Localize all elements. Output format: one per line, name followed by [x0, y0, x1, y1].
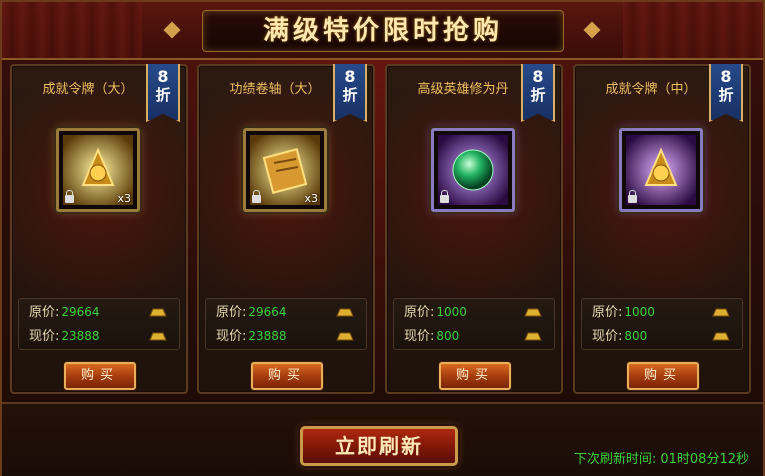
lock-icon [628, 190, 637, 203]
buy-button[interactable]: 购买 [439, 362, 511, 390]
original-price-label: 原价: [404, 305, 435, 320]
current-price-label: 现价: [592, 329, 623, 344]
original-price-row: 原价: 1000 [404, 301, 467, 323]
buy-button[interactable]: 购买 [64, 362, 136, 390]
discount-unit: 折 [530, 86, 546, 104]
current-price-label: 现价: [216, 329, 247, 344]
discount-number: 8 [720, 67, 732, 86]
item-name: 成就令牌（中） [605, 82, 697, 97]
original-price-row: 原价: 29664 [216, 301, 287, 323]
item-slot[interactable]: x3 [56, 128, 140, 212]
ornament-right [572, 21, 612, 39]
lock-icon [252, 190, 261, 203]
original-price-label: 原价: [29, 305, 60, 320]
discount-ribbon: 8 折 [333, 64, 367, 122]
buy-button[interactable]: 购买 [251, 362, 323, 390]
gold-ingot-icon [336, 308, 354, 317]
discount-unit: 折 [155, 86, 171, 104]
current-price-value: 23888 [61, 329, 100, 343]
price-box: 原价: 1000 现价: 800 [581, 298, 743, 350]
item-quantity: x3 [304, 192, 318, 205]
curtain-decoration-left [2, 2, 142, 58]
item-slot[interactable] [619, 128, 703, 212]
original-price-value: 1000 [624, 305, 655, 319]
item-quantity: x3 [117, 192, 131, 205]
original-price-value: 29664 [61, 305, 100, 319]
discount-number: 8 [157, 67, 169, 86]
gold-ingot-icon [712, 332, 730, 341]
price-box: 原价: 29664 现价: 23888 [205, 298, 367, 350]
title-plate: 满级特价限时抢购 [202, 10, 564, 52]
curtain-decoration-right [623, 2, 763, 58]
item-slot[interactable] [431, 128, 515, 212]
title-bar: 满级特价限时抢购 [2, 2, 763, 60]
item-name: 高级英雄修为丹 [417, 82, 509, 97]
item-name: 成就令牌（大） [42, 82, 134, 97]
page-title: 满级特价限时抢购 [262, 16, 503, 46]
original-price-row: 原价: 29664 [29, 301, 100, 323]
item-slot[interactable]: x3 [243, 128, 327, 212]
discount-number: 8 [532, 67, 544, 86]
discount-ribbon: 8 折 [521, 64, 555, 122]
discount-ribbon: 8 折 [146, 64, 180, 122]
original-price-label: 原价: [592, 305, 623, 320]
gold-ingot-icon [149, 332, 167, 341]
buy-button[interactable]: 购买 [627, 362, 699, 390]
gold-ingot-icon [524, 332, 542, 341]
shop-panel: 满级特价限时抢购 成就令牌（大） 8 折 x3 原价: 29664 现价: 23… [0, 0, 765, 476]
price-box: 原价: 1000 现价: 800 [393, 298, 555, 350]
original-price-row: 原价: 1000 [592, 301, 655, 323]
current-price-row: 现价: 800 [404, 325, 459, 347]
refresh-timer: 下次刷新时间: 01时08分12秒 [573, 452, 749, 467]
item-card: 功绩卷轴（大） 8 折 x3 原价: 29664 现价: 23888 购买 [197, 64, 375, 394]
current-price-value: 800 [624, 329, 648, 343]
refresh-now-button[interactable]: 立即刷新 [300, 426, 458, 466]
gold-ingot-icon [149, 308, 167, 317]
ornament-left [152, 21, 192, 39]
discount-unit: 折 [718, 86, 734, 104]
current-price-label: 现价: [404, 329, 435, 344]
price-box: 原价: 29664 现价: 23888 [18, 298, 180, 350]
current-price-row: 现价: 23888 [29, 325, 100, 347]
discount-ribbon: 8 折 [709, 64, 743, 122]
item-name: 功绩卷轴（大） [229, 82, 321, 97]
item-card: 成就令牌（中） 8 折 原价: 1000 现价: 800 购买 [573, 64, 751, 394]
gold-ingot-icon [524, 308, 542, 317]
discount-number: 8 [344, 67, 356, 86]
current-price-label: 现价: [29, 329, 60, 344]
discount-unit: 折 [342, 86, 358, 104]
current-price-row: 现价: 800 [592, 325, 647, 347]
gold-ingot-icon [336, 332, 354, 341]
lock-icon [440, 190, 449, 203]
item-card: 高级英雄修为丹 8 折 原价: 1000 现价: 800 购买 [385, 64, 563, 394]
current-price-row: 现价: 23888 [216, 325, 287, 347]
current-price-value: 800 [436, 329, 460, 343]
original-price-value: 1000 [436, 305, 467, 319]
gold-ingot-icon [712, 308, 730, 317]
lock-icon [65, 190, 74, 203]
current-price-value: 23888 [248, 329, 287, 343]
original-price-value: 29664 [248, 305, 287, 319]
original-price-label: 原价: [216, 305, 247, 320]
item-card: 成就令牌（大） 8 折 x3 原价: 29664 现价: 23888 购买 [10, 64, 188, 394]
